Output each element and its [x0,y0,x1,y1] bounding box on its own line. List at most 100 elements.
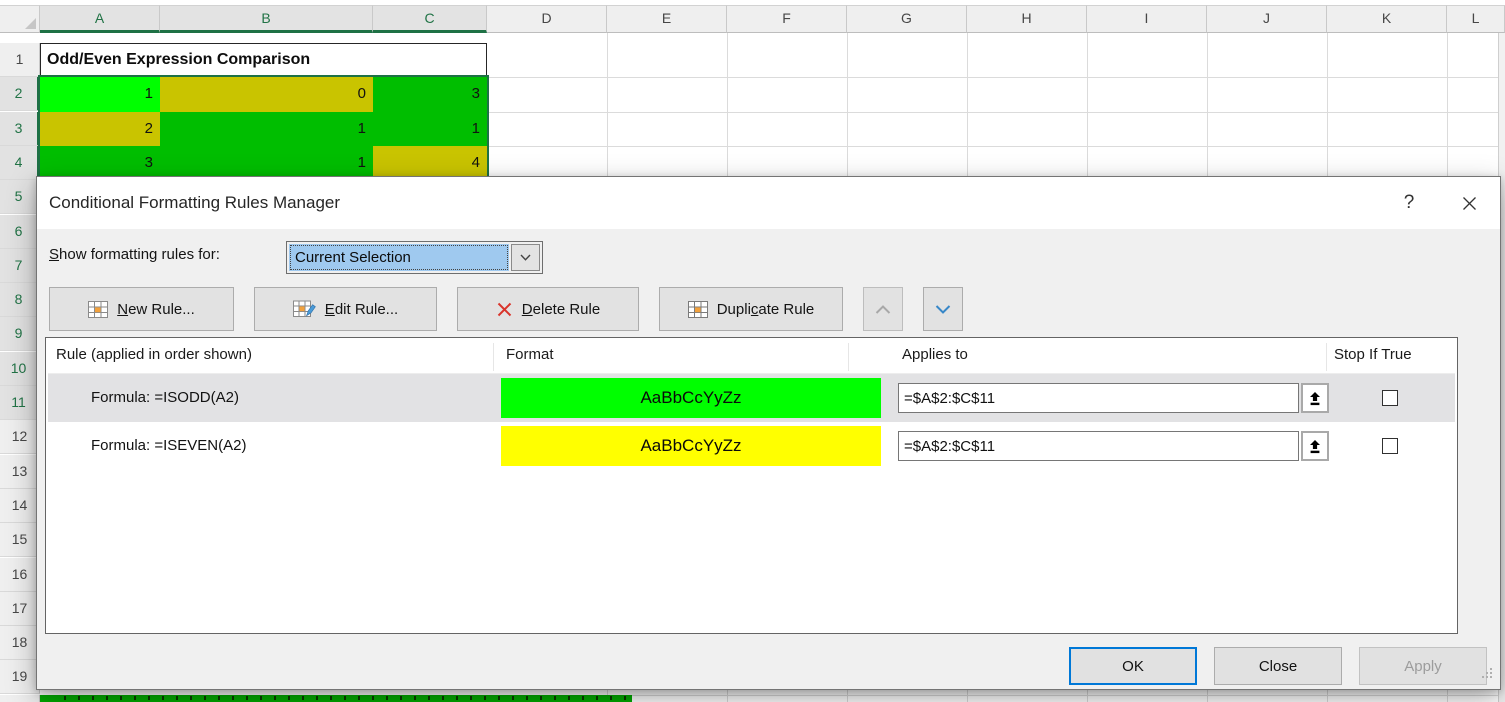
chevron-down-icon [520,254,531,261]
applies-to-group [898,383,1329,413]
row-header-5[interactable]: 5 [0,180,40,214]
gridline [487,146,1501,147]
table-pencil-icon [293,300,316,318]
stop-if-true-checkbox[interactable] [1382,438,1398,454]
row-header-4[interactable]: 4 [0,146,40,180]
dropdown-arrow-button[interactable] [511,244,540,271]
row-header-15[interactable]: 15 [0,523,40,557]
chevron-up-icon [875,305,891,314]
row-header-6[interactable]: 6 [0,215,40,249]
rule-row-isodd[interactable]: Formula: =ISODD(A2) AaBbCcYyZz [48,374,1455,422]
column-header-b[interactable]: B [160,5,373,33]
row-header-12[interactable]: 12 [0,420,40,454]
rule-formula: Formula: =ISODD(A2) [91,374,239,422]
resize-grip[interactable] [1481,666,1493,684]
dialog-title-bar[interactable]: Conditional Formatting Rules Manager ? [37,177,1500,229]
red-x-icon [496,301,513,318]
edit-rule-label: Edit Rule... [325,301,398,318]
close-dialog-button[interactable]: Close [1214,647,1342,685]
range-picker-button[interactable] [1301,383,1329,413]
delete-rule-button[interactable]: Delete Rule [457,287,639,331]
applies-column-header: Applies to [902,346,968,363]
row-header-2[interactable]: 2 [0,77,40,111]
select-all-button[interactable] [0,5,40,33]
stop-column-header: Stop If True [1334,346,1412,363]
stop-if-true-checkbox[interactable] [1382,390,1398,406]
rules-toolbar: New Rule... Edit Rule... Delete Rule Dup… [49,287,963,331]
edit-rule-button[interactable]: Edit Rule... [254,287,437,331]
column-header-a[interactable]: A [40,5,160,33]
gridline [487,112,1501,113]
show-rules-label: Show formatting rules for: [49,246,220,263]
partial-row-text [64,696,632,700]
column-header-h[interactable]: H [967,5,1087,33]
move-rule-down-button[interactable] [923,287,963,331]
select-all-triangle-icon [25,18,36,29]
gridline [487,77,1501,78]
rule-row-iseven[interactable]: Formula: =ISEVEN(A2) AaBbCcYyZz [48,422,1455,470]
row-header-3[interactable]: 3 [0,112,40,146]
row-header-14[interactable]: 14 [0,489,40,523]
column-header-c[interactable]: C [373,5,487,33]
help-icon: ? [1404,192,1415,214]
cell-a1-title[interactable]: Odd/Even Expression Comparison [40,43,487,77]
new-rule-button[interactable]: New Rule... [49,287,234,331]
row-header-11[interactable]: 11 [0,386,40,420]
format-column-header: Format [506,346,554,363]
chevron-down-icon [935,305,951,314]
column-separator [848,343,849,371]
column-header-l[interactable]: L [1447,5,1505,33]
row-header-1[interactable]: 1 [0,43,40,77]
rules-list: Rule (applied in order shown) Format App… [45,337,1458,634]
dialog-title: Conditional Formatting Rules Manager [49,177,340,229]
partial-row-20 [40,695,632,702]
row-header-13[interactable]: 13 [0,455,40,489]
applies-to-input[interactable] [898,383,1299,413]
format-preview-swatch: AaBbCcYyZz [501,426,881,466]
column-header-f[interactable]: F [727,5,847,33]
row-header-19[interactable]: 19 [0,660,40,694]
column-header-e[interactable]: E [607,5,727,33]
column-header-row: A B C D E F G H I J K L [0,5,1505,33]
new-rule-label: New Rule... [117,301,195,318]
format-preview-swatch: AaBbCcYyZz [501,378,881,418]
range-picker-button[interactable] [1301,431,1329,461]
column-header-i[interactable]: I [1087,5,1207,33]
applies-to-input[interactable] [898,431,1299,461]
help-button[interactable]: ? [1392,177,1426,229]
column-separator [493,343,494,371]
excel-window: A B C D E F G H I J K L 1 2 3 4 5 6 7 8 … [0,0,1505,702]
rules-list-header: Rule (applied in order shown) Format App… [48,340,1455,374]
collapse-range-icon [1308,439,1322,454]
close-icon [1462,196,1477,211]
delete-rule-label: Delete Rule [522,301,600,318]
close-button[interactable] [1452,177,1486,229]
table-grid-icon [88,301,108,318]
apply-button[interactable]: Apply [1359,647,1487,685]
duplicate-rule-button[interactable]: Duplicate Rule [659,287,843,331]
selection-border [38,75,489,185]
resize-grip-icon [1481,667,1493,679]
column-header-k[interactable]: K [1327,5,1447,33]
ok-button[interactable]: OK [1069,647,1197,685]
row-header-8[interactable]: 8 [0,283,40,317]
column-header-d[interactable]: D [487,5,607,33]
move-rule-up-button[interactable] [863,287,903,331]
show-rules-dropdown[interactable]: Current Selection [286,241,543,274]
conditional-formatting-rules-manager-dialog: Conditional Formatting Rules Manager ? S… [36,176,1501,690]
row-header-7[interactable]: 7 [0,249,40,283]
row-header-20[interactable]: 20 [0,695,40,702]
gridline [632,695,1501,696]
row-header-9[interactable]: 9 [0,317,40,351]
row-header-16[interactable]: 16 [0,558,40,592]
applies-to-group [898,431,1329,461]
rule-formula: Formula: =ISEVEN(A2) [91,422,246,470]
row-header-10[interactable]: 10 [0,352,40,386]
rule-column-header: Rule (applied in order shown) [56,346,252,363]
column-header-g[interactable]: G [847,5,967,33]
row-header-17[interactable]: 17 [0,592,40,626]
collapse-range-icon [1308,391,1322,406]
table-grid-icon [688,301,708,318]
column-header-j[interactable]: J [1207,5,1327,33]
row-header-18[interactable]: 18 [0,626,40,660]
